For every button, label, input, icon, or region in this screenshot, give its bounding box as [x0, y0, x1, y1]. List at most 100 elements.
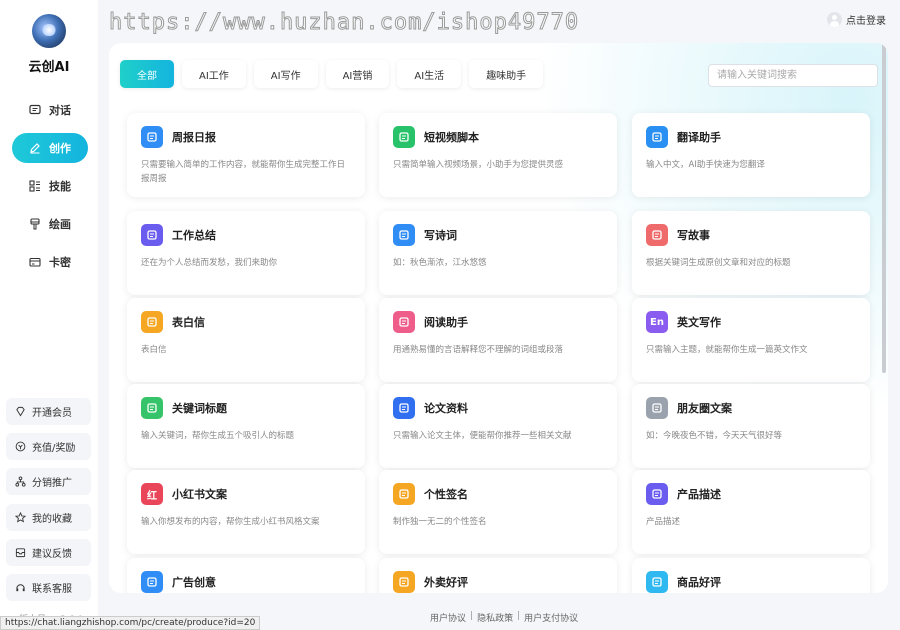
- tool-card-header: 短视频脚本: [393, 126, 603, 148]
- card-icon: [29, 257, 41, 267]
- search-input[interactable]: [708, 64, 878, 87]
- avatar: [827, 12, 842, 27]
- paper-icon: [393, 397, 415, 419]
- tool-card[interactable]: 产品描述 产品描述: [632, 470, 870, 554]
- tool-card-description: 输入你想发布的内容，帮你生成小红书风格文案: [141, 517, 320, 527]
- tool-card-header: 商品好评: [646, 571, 856, 593]
- tool-card-title: 产品描述: [677, 488, 721, 501]
- tool-card-title: 关键词标题: [172, 402, 227, 415]
- tool-card-description: 还在为个人总结而发愁，我们来助你: [141, 258, 278, 268]
- tool-card-header: En 英文写作: [646, 311, 856, 333]
- tab-ai-life[interactable]: AI生活: [397, 60, 462, 88]
- tool-card-header: 写诗词: [393, 224, 603, 246]
- main-panel: 全部 AI工作 AI写作 AI营销 AI生活 趣味助手 周报日报只需要输入简单的…: [109, 43, 888, 593]
- footer-separator: |: [517, 611, 521, 621]
- footer-link-privacy[interactable]: 隐私政策: [477, 611, 513, 624]
- tool-card[interactable]: 写诗词 如：秋色渐浓，江水悠悠: [379, 211, 617, 295]
- tool-card-title: 写故事: [677, 229, 710, 242]
- tool-card-header: 翻译助手: [646, 126, 856, 148]
- tool-card-title: 外卖好评: [424, 576, 468, 589]
- grid-icon: [29, 180, 40, 192]
- list-icon: [646, 483, 668, 505]
- praise-icon: [646, 571, 668, 593]
- sidebar: 云创AI 对话 创作 技能 绘画 卡密 开通会员 充值/奖励 分销推广 我的收藏…: [0, 0, 98, 630]
- tab-ai-writing[interactable]: AI写作: [253, 60, 318, 88]
- tool-card-description: 输入关键词，帮你生成五个吸引人的标题: [141, 431, 295, 441]
- nav-item-card-key[interactable]: 卡密: [12, 247, 88, 277]
- takeout-icon: [393, 571, 415, 593]
- headset-icon: [16, 584, 25, 592]
- signature-icon: [393, 483, 415, 505]
- tool-card[interactable]: 阅读助手 用通熟易懂的言语解释您不理解的词组或段落: [379, 298, 617, 382]
- side-btn-membership[interactable]: 开通会员: [6, 398, 91, 425]
- tool-card[interactable]: 红小红书文案 输入你想发布的内容，帮你生成小红书风格文案: [127, 470, 365, 554]
- tool-card[interactable]: 朋友圈文案 如：今晚夜色不错，今天天气很好等: [632, 384, 870, 468]
- nav-item-chat[interactable]: 对话: [12, 95, 88, 125]
- nav-label: 绘画: [49, 218, 71, 231]
- footer-link-user-agreement[interactable]: 用户协议: [430, 611, 466, 624]
- tab-ai-work[interactable]: AI工作: [182, 60, 246, 88]
- tool-card-title: 表白信: [172, 316, 205, 329]
- footer-link-payment-agreement[interactable]: 用户支付协议: [524, 611, 578, 624]
- tool-card-header: 阅读助手: [393, 311, 603, 333]
- tool-card-title: 个性签名: [424, 488, 468, 501]
- tool-card[interactable]: 表白信 表白信: [127, 298, 365, 382]
- tool-card[interactable]: 论文资料只需输入论文主体，便能帮你推荐一些相关文献: [379, 384, 617, 468]
- tool-card[interactable]: 工作总结还在为个人总结而发愁，我们来助你: [127, 211, 365, 295]
- scrollbar-thumb[interactable]: [882, 43, 886, 373]
- app-name: 云创AI: [28, 60, 70, 75]
- tab-all[interactable]: 全部: [120, 60, 174, 88]
- tool-card-header: 外卖好评: [393, 571, 603, 593]
- side-btn-recharge[interactable]: 充值/奖励: [6, 433, 91, 460]
- nav-item-draw[interactable]: 绘画: [12, 209, 88, 239]
- login-button[interactable]: 点击登录: [827, 12, 886, 27]
- category-tabs: 全部 AI工作 AI写作 AI营销 AI生活 趣味助手: [120, 60, 544, 88]
- story-icon: [646, 224, 668, 246]
- side-btn-distribution[interactable]: 分销推广: [6, 468, 91, 495]
- coin-icon: [15, 441, 26, 452]
- nav-label: 卡密: [49, 256, 71, 269]
- tab-ai-marketing[interactable]: AI营销: [325, 60, 390, 88]
- tool-card[interactable]: 短视频脚本 只需简单输入视频场景，小助手为您提供灵感: [379, 113, 617, 197]
- tool-card[interactable]: 外卖好评: [379, 558, 617, 593]
- tool-card-header: 论文资料: [393, 397, 603, 419]
- nav-label: 对话: [49, 104, 71, 117]
- ad-icon: [141, 571, 163, 593]
- nav-item-skills[interactable]: 技能: [12, 171, 88, 201]
- translate-icon: [646, 126, 668, 148]
- tool-card-description: 只需要输入简单的工作内容，就能帮你生成完整工作日报周报: [141, 160, 346, 184]
- pen-icon: [30, 143, 40, 154]
- nav-item-create[interactable]: 创作: [12, 133, 88, 163]
- tool-card[interactable]: 写故事 根据关键词生成原创文章和对应的标题: [632, 211, 870, 295]
- tool-card-header: 广告创意: [141, 571, 351, 593]
- tool-card[interactable]: 翻译助手 输入中文，AI助手快速为您翻译: [632, 113, 870, 197]
- side-btn-label: 分销推广: [32, 478, 72, 489]
- tab-fun-assistant[interactable]: 趣味助手: [469, 60, 544, 88]
- letter-icon: [141, 311, 163, 333]
- tool-card-title: 写诗词: [424, 229, 457, 242]
- tool-card-header: 工作总结: [141, 224, 351, 246]
- side-btn-feedback[interactable]: 建议反馈: [6, 539, 91, 566]
- tool-card[interactable]: 商品好评: [632, 558, 870, 593]
- tool-card[interactable]: 关键词标题输入关键词，帮你生成五个吸引人的标题: [127, 384, 365, 468]
- footer-separator: |: [470, 611, 474, 621]
- tool-card-title: 翻译助手: [677, 131, 721, 144]
- side-btn-label: 建议反馈: [32, 549, 72, 560]
- side-btn-support[interactable]: 联系客服: [6, 574, 91, 601]
- tool-card-header: 个性签名: [393, 483, 603, 505]
- tool-card[interactable]: 个性签名 制作独一无二的个性签名: [379, 470, 617, 554]
- tool-card-description: 只需输入主题，就能帮你生成一篇英文作文: [646, 345, 808, 355]
- tool-card-description: 只需输入论文主体，便能帮你推荐一些相关文献: [393, 431, 572, 441]
- keyword-icon: [141, 397, 163, 419]
- tool-card-header: 产品描述: [646, 483, 856, 505]
- tool-card-title: 周报日报: [172, 131, 216, 144]
- side-btn-favorites[interactable]: 我的收藏: [6, 504, 91, 531]
- tool-card-title: 小红书文案: [172, 488, 227, 501]
- tool-card[interactable]: 广告创意: [127, 558, 365, 593]
- tool-card[interactable]: En 英文写作只需输入主题，就能帮你生成一篇英文作文: [632, 298, 870, 382]
- brush-icon: [30, 218, 40, 230]
- tool-card[interactable]: 周报日报只需要输入简单的工作内容，就能帮你生成完整工作日报周报: [127, 113, 365, 197]
- star-icon: [15, 512, 26, 523]
- share-icon: [15, 476, 26, 487]
- app-logo[interactable]: [32, 14, 66, 48]
